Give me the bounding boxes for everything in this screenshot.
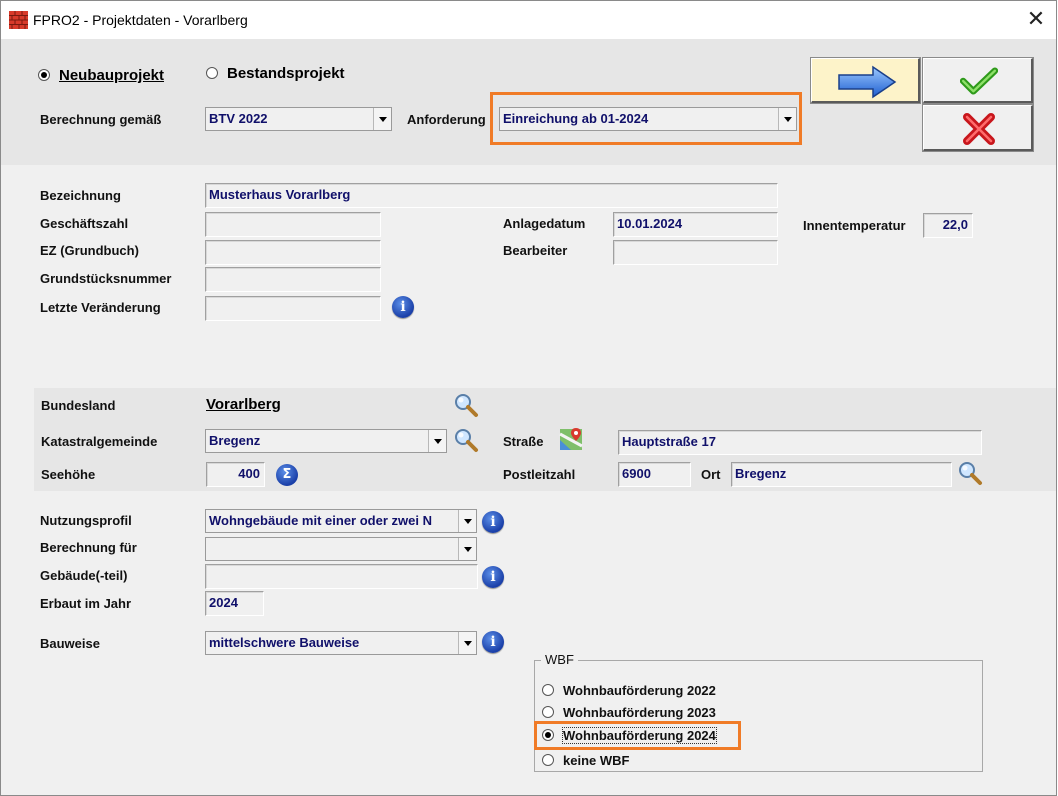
radio-bestandsprojekt[interactable] bbox=[206, 67, 218, 79]
label-strasse: Straße bbox=[503, 434, 544, 449]
ez-grundbuch-field[interactable] bbox=[205, 240, 381, 265]
label-ort: Ort bbox=[701, 467, 721, 482]
label-wbf-2024[interactable]: Wohnbauförderung 2024 bbox=[562, 727, 717, 744]
label-berechnung: Berechnung gemäß bbox=[40, 112, 162, 127]
letzte-veraenderung-field[interactable] bbox=[205, 296, 381, 321]
map-pin-icon[interactable] bbox=[559, 426, 585, 452]
close-icon[interactable]: ✕ bbox=[1021, 5, 1051, 35]
radio-wbf-2022[interactable] bbox=[542, 684, 554, 696]
label-neubauprojekt[interactable]: Neubauprojekt bbox=[59, 67, 164, 84]
katastralgemeinde-value: Bregenz bbox=[209, 433, 261, 448]
red-x-icon bbox=[963, 113, 995, 145]
label-bezeichnung: Bezeichnung bbox=[40, 188, 121, 203]
radio-neubauprojekt[interactable] bbox=[38, 69, 50, 81]
ort-field[interactable]: Bregenz bbox=[731, 462, 952, 487]
anlagedatum-field[interactable]: 10.01.2024 bbox=[613, 212, 778, 237]
berechnung-fuer-select[interactable] bbox=[205, 537, 477, 561]
radio-wbf-2023[interactable] bbox=[542, 706, 554, 718]
grundstuecksnummer-field[interactable] bbox=[205, 267, 381, 292]
search-icon[interactable] bbox=[453, 392, 479, 418]
bezeichnung-field[interactable]: Musterhaus Vorarlberg bbox=[205, 183, 778, 208]
label-bestandsprojekt[interactable]: Bestandsprojekt bbox=[227, 65, 345, 82]
label-berechnung-fuer: Berechnung für bbox=[40, 540, 137, 555]
search-icon[interactable] bbox=[957, 460, 983, 486]
nutzungsprofil-select[interactable]: Wohngebäude mit einer oder zwei N bbox=[205, 509, 477, 533]
arrow-right-icon bbox=[838, 65, 897, 99]
label-innentemperatur: Innentemperatur bbox=[803, 218, 906, 233]
label-keine-wbf[interactable]: keine WBF bbox=[563, 753, 629, 768]
label-anlagedatum: Anlagedatum bbox=[503, 216, 586, 231]
anforderung-value: Einreichung ab 01-2024 bbox=[503, 111, 649, 126]
ok-button[interactable] bbox=[923, 58, 1033, 103]
label-wbf-2023[interactable]: Wohnbauförderung 2023 bbox=[563, 705, 716, 720]
bauweise-value: mittelschwere Bauweise bbox=[209, 635, 360, 650]
chevron-down-icon[interactable] bbox=[458, 538, 476, 560]
anforderung-select[interactable]: Einreichung ab 01-2024 bbox=[499, 107, 797, 131]
label-anforderung: Anforderung bbox=[407, 112, 486, 127]
label-ez-grundbuch: EZ (Grundbuch) bbox=[40, 243, 139, 258]
katastralgemeinde-select[interactable]: Bregenz bbox=[205, 429, 447, 453]
label-wbf-2022[interactable]: Wohnbauförderung 2022 bbox=[563, 683, 716, 698]
bearbeiter-field[interactable] bbox=[613, 240, 778, 265]
seehoehe-field[interactable]: 400 bbox=[206, 462, 265, 487]
title-bar: FPRO2 - Projektdaten - Vorarlberg ✕ bbox=[1, 1, 1056, 39]
label-postleitzahl: Postleitzahl bbox=[503, 467, 576, 482]
info-icon[interactable]: i bbox=[392, 296, 414, 318]
gebaeude-teil-field[interactable] bbox=[205, 564, 478, 589]
sigma-icon[interactable]: Σ bbox=[276, 464, 298, 486]
info-icon[interactable]: i bbox=[482, 566, 504, 588]
brick-wall-icon bbox=[9, 11, 28, 29]
chevron-down-icon[interactable] bbox=[428, 430, 446, 452]
geschaeftszahl-field[interactable] bbox=[205, 212, 381, 237]
chevron-down-icon[interactable] bbox=[458, 632, 476, 654]
label-nutzungsprofil: Nutzungsprofil bbox=[40, 513, 132, 528]
berechnung-value: BTV 2022 bbox=[209, 111, 268, 126]
search-icon[interactable] bbox=[453, 427, 479, 453]
checkmark-icon bbox=[960, 67, 998, 95]
label-katastralgemeinde: Katastralgemeinde bbox=[41, 434, 158, 449]
chevron-down-icon[interactable] bbox=[778, 108, 796, 130]
next-button[interactable] bbox=[811, 58, 920, 103]
postleitzahl-field[interactable]: 6900 bbox=[618, 462, 691, 487]
label-bauweise: Bauweise bbox=[40, 636, 100, 651]
bundesland-value[interactable]: Vorarlberg bbox=[206, 396, 281, 413]
label-erbaut-im-jahr: Erbaut im Jahr bbox=[40, 596, 132, 611]
innentemperatur-field[interactable]: 22,0 bbox=[923, 213, 973, 238]
wbf-group-title: WBF bbox=[541, 652, 578, 667]
cancel-button[interactable] bbox=[923, 105, 1033, 151]
label-geschaeftszahl: Geschäftszahl bbox=[40, 216, 129, 231]
nutzungsprofil-value: Wohngebäude mit einer oder zwei N bbox=[209, 513, 432, 528]
radio-keine-wbf[interactable] bbox=[542, 754, 554, 766]
dialog-window: FPRO2 - Projektdaten - Vorarlberg ✕ Neub… bbox=[0, 0, 1057, 796]
radio-wbf-2024[interactable] bbox=[542, 729, 554, 741]
label-gebaeude-teil: Gebäude(-teil) bbox=[40, 568, 128, 583]
label-grundstuecksnummer: Grundstücksnummer bbox=[40, 271, 172, 286]
info-icon[interactable]: i bbox=[482, 631, 504, 653]
strasse-field[interactable]: Hauptstraße 17 bbox=[618, 430, 982, 455]
erbaut-im-jahr-field[interactable]: 2024 bbox=[205, 591, 264, 616]
info-icon[interactable]: i bbox=[482, 511, 504, 533]
label-bearbeiter: Bearbeiter bbox=[503, 243, 568, 258]
berechnung-select[interactable]: BTV 2022 bbox=[205, 107, 392, 131]
chevron-down-icon[interactable] bbox=[458, 510, 476, 532]
window-title: FPRO2 - Projektdaten - Vorarlberg bbox=[33, 12, 248, 28]
label-bundesland: Bundesland bbox=[41, 398, 116, 413]
chevron-down-icon[interactable] bbox=[373, 108, 391, 130]
label-letzte-veraenderung: Letzte Veränderung bbox=[40, 300, 161, 315]
bauweise-select[interactable]: mittelschwere Bauweise bbox=[205, 631, 477, 655]
label-seehoehe: Seehöhe bbox=[41, 467, 96, 482]
